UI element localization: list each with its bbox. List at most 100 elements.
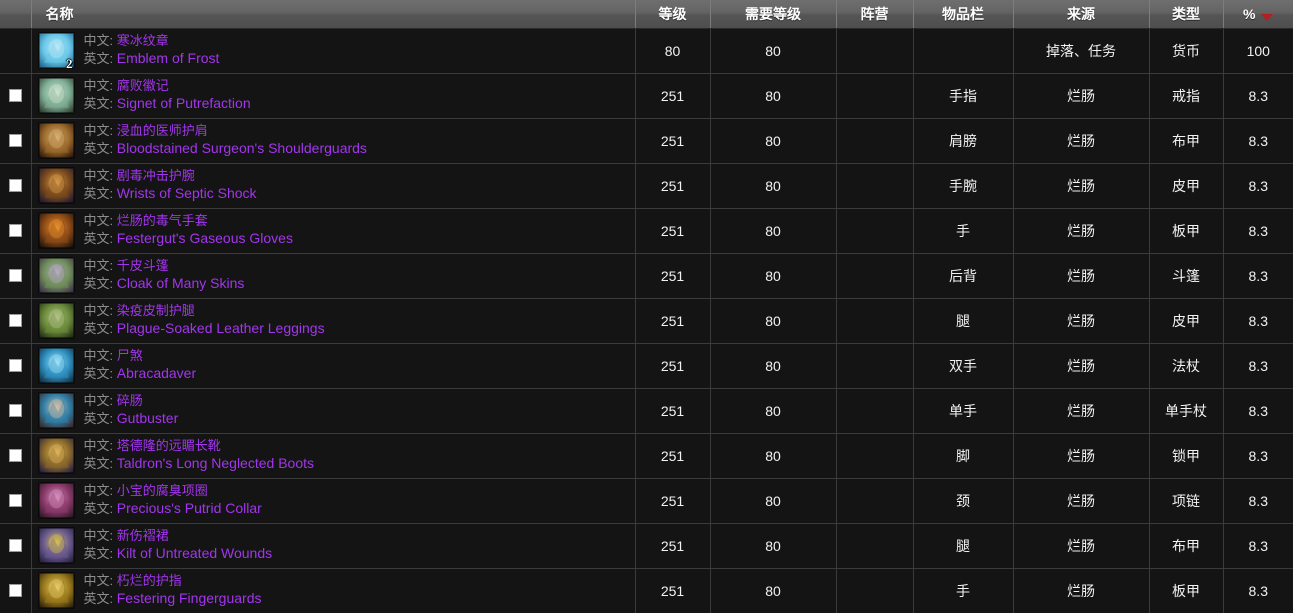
item-name-en-link[interactable]: Festergut's Gaseous Gloves: [117, 230, 293, 246]
row-select-cell[interactable]: [0, 73, 32, 119]
item-name-cn-link[interactable]: 朽烂的护指: [117, 573, 182, 588]
item-name-en-link[interactable]: Precious's Putrid Collar: [117, 500, 262, 516]
item-name-cn-link[interactable]: 塔德隆的远睸长靴: [117, 438, 221, 453]
row-select-cell[interactable]: [0, 253, 32, 299]
item-name-en-link[interactable]: Signet of Putrefaction: [117, 95, 251, 111]
signet-of-putrefaction-icon[interactable]: [37, 77, 75, 114]
header-name[interactable]: 名称: [31, 0, 636, 29]
row-required-level-cell: 80: [710, 208, 837, 254]
bloodstained-surgeons-shoulderguards-icon[interactable]: [37, 122, 75, 159]
table-row[interactable]: 中文: 染疫皮制护腿 英文: Plague-Soaked Leather Legg…: [0, 298, 1293, 344]
row-checkbox[interactable]: [8, 494, 22, 507]
item-name-en-link[interactable]: Gutbuster: [117, 410, 178, 426]
row-select-cell[interactable]: [0, 343, 32, 389]
row-name-cell: 中文: 塔德隆的远睸长靴 英文: Taldron's Long Neglected…: [31, 433, 636, 479]
item-name-en-link[interactable]: Wrists of Septic Shock: [117, 185, 257, 201]
header-slot[interactable]: 物品栏: [913, 0, 1014, 29]
header-type[interactable]: 类型: [1149, 0, 1224, 29]
row-checkbox[interactable]: [8, 359, 22, 372]
row-level-cell: 251: [635, 253, 711, 299]
item-name-cn-link[interactable]: 染疫皮制护腿: [117, 303, 195, 318]
table-row[interactable]: 中文: 朽烂的护指 英文: Festering Fingerguards 251 80…: [0, 568, 1293, 613]
item-name-en-link[interactable]: Plague-Soaked Leather Leggings: [117, 320, 325, 336]
row-slot-cell: 手腕: [913, 163, 1014, 209]
item-name-cn-link[interactable]: 烂肠的毒气手套: [117, 213, 208, 228]
header-percent[interactable]: %: [1223, 0, 1293, 29]
item-name-en-link[interactable]: Emblem of Frost: [117, 50, 220, 66]
cloak-of-many-skins-icon[interactable]: [37, 257, 75, 294]
sort-descending-icon[interactable]: [1261, 13, 1274, 21]
festering-fingerguards-icon[interactable]: [37, 572, 75, 609]
gutbuster-icon[interactable]: [37, 392, 75, 429]
item-name-en-line: 英文: Precious's Putrid Collar: [84, 500, 262, 518]
row-checkbox[interactable]: [8, 134, 22, 147]
item-name-cn-link[interactable]: 寒冰纹章: [117, 33, 169, 48]
table-row[interactable]: 2 中文: 寒冰纹章 英文: Emblem of Frost 80 80 掉落、任务 货币 1…: [0, 28, 1293, 74]
preciouss-putrid-collar-icon[interactable]: [37, 482, 75, 519]
item-name-en-link[interactable]: Kilt of Untreated Wounds: [117, 545, 272, 561]
header-faction[interactable]: 阵营: [836, 0, 914, 29]
table-row[interactable]: 中文: 千皮斗篷 英文: Cloak of Many Skins 251 80 后背 烂肠…: [0, 253, 1293, 299]
row-checkbox[interactable]: [8, 179, 22, 192]
item-name-en-link[interactable]: Cloak of Many Skins: [117, 275, 245, 291]
item-name-cn-link[interactable]: 碎肠: [117, 393, 143, 408]
row-select-cell[interactable]: [0, 568, 32, 613]
taldrons-long-neglected-boots-icon[interactable]: [37, 437, 75, 474]
header-select-column[interactable]: [0, 0, 32, 29]
row-select-cell[interactable]: [0, 388, 32, 434]
table-row[interactable]: 中文: 小宝的腐臭项圈 英文: Precious's Putrid Collar 2…: [0, 478, 1293, 524]
table-row[interactable]: 中文: 剧毒冲击护腕 英文: Wrists of Septic Shock 251 8…: [0, 163, 1293, 209]
wrists-of-septic-shock-icon[interactable]: [37, 167, 75, 204]
row-checkbox[interactable]: [8, 269, 22, 282]
row-type-cell: 皮甲: [1149, 163, 1224, 209]
row-checkbox[interactable]: [8, 404, 22, 417]
kilt-of-untreated-wounds-icon[interactable]: [37, 527, 75, 564]
item-name-en-link[interactable]: Taldron's Long Neglected Boots: [117, 455, 314, 471]
header-required-level[interactable]: 需要等级: [710, 0, 837, 29]
row-faction-cell: [836, 343, 914, 389]
item-name-cn-link[interactable]: 浸血的医师护肩: [117, 123, 208, 138]
header-source[interactable]: 来源: [1013, 0, 1150, 29]
row-checkbox[interactable]: [8, 314, 22, 327]
table-row[interactable]: 中文: 烂肠的毒气手套 英文: Festergut's Gaseous Glove…: [0, 208, 1293, 254]
cn-label: 中文:: [83, 393, 114, 409]
table-row[interactable]: 中文: 尸煞 英文: Abracadaver 251 80 双手 烂肠 法杖 8.3: [0, 343, 1293, 389]
row-select-cell[interactable]: [0, 433, 32, 479]
row-source-cell: 烂肠: [1013, 163, 1150, 209]
item-name-cn-link[interactable]: 新伤褶裙: [117, 528, 169, 543]
item-name-cn-link[interactable]: 剧毒冲击护腕: [117, 168, 195, 183]
item-name-en-link[interactable]: Festering Fingerguards: [117, 590, 262, 606]
festerguts-gaseous-gloves-icon[interactable]: [37, 212, 75, 249]
row-select-cell[interactable]: [0, 523, 32, 569]
row-select-cell[interactable]: [0, 208, 32, 254]
row-checkbox[interactable]: [8, 584, 22, 597]
en-label: 英文:: [83, 456, 114, 472]
row-level-cell: 251: [635, 118, 711, 164]
header-level[interactable]: 等级: [635, 0, 711, 29]
table-row[interactable]: 中文: 浸血的医师护肩 英文: Bloodstained Surgeon's Sh…: [0, 118, 1293, 164]
plague-soaked-leather-leggings-icon[interactable]: [37, 302, 75, 339]
row-checkbox[interactable]: [8, 224, 22, 237]
row-select-cell[interactable]: [0, 118, 32, 164]
row-select-cell[interactable]: [0, 478, 32, 524]
row-checkbox[interactable]: [8, 89, 22, 102]
row-source-cell: 烂肠: [1013, 118, 1150, 164]
row-select-cell[interactable]: [0, 298, 32, 344]
item-name-en-link[interactable]: Bloodstained Surgeon's Shoulderguards: [117, 140, 367, 156]
item-name-cn-link[interactable]: 千皮斗篷: [117, 258, 169, 273]
abracadaver-icon[interactable]: [37, 347, 75, 384]
item-name-en-link[interactable]: Abracadaver: [117, 365, 196, 381]
row-select-cell[interactable]: [0, 28, 32, 74]
table-row[interactable]: 中文: 腐败徽记 英文: Signet of Putrefaction 251 80 手…: [0, 73, 1293, 119]
item-name-cn-link[interactable]: 腐败徽记: [117, 78, 169, 93]
row-select-cell[interactable]: [0, 163, 32, 209]
row-checkbox[interactable]: [8, 449, 22, 462]
item-name-cn-link[interactable]: 尸煞: [117, 348, 143, 363]
row-checkbox[interactable]: [8, 539, 22, 552]
table-row[interactable]: 中文: 碎肠 英文: Gutbuster 251 80 单手 烂肠 单手杖 8.3: [0, 388, 1293, 434]
item-name-cn-link[interactable]: 小宝的腐臭项圈: [117, 483, 208, 498]
emblem-of-frost-icon[interactable]: 2: [37, 32, 75, 69]
table-row[interactable]: 中文: 新伤褶裙 英文: Kilt of Untreated Wounds 251 8…: [0, 523, 1293, 569]
row-faction-cell: [836, 298, 914, 344]
table-row[interactable]: 中文: 塔德隆的远睸长靴 英文: Taldron's Long Neglected…: [0, 433, 1293, 479]
